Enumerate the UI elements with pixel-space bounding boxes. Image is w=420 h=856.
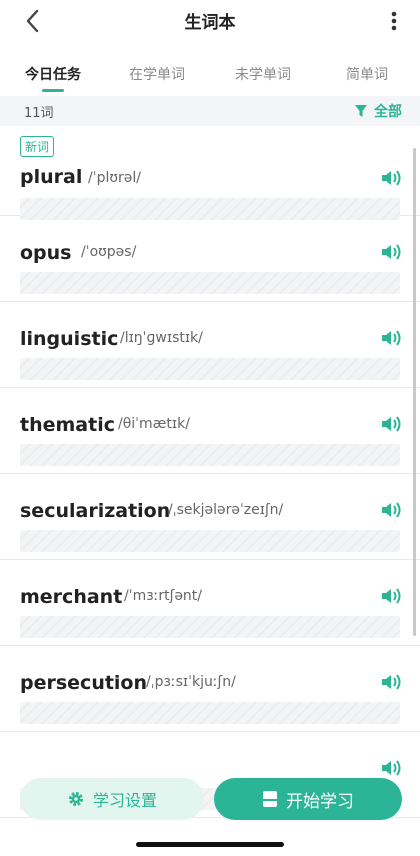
- speaker-icon[interactable]: [380, 414, 402, 434]
- start-learning-label: 开始学习: [286, 791, 354, 812]
- list-item[interactable]: 新词 plural /ˈplʊrəl/: [0, 130, 420, 220]
- tab-unlearned[interactable]: 未学单词: [218, 64, 308, 84]
- tab-easy[interactable]: 简单词: [322, 64, 412, 84]
- word-text: secularization: [20, 500, 171, 522]
- word-text: merchant: [20, 586, 123, 608]
- filter-button[interactable]: 全部: [354, 101, 402, 121]
- speaker-icon[interactable]: [380, 672, 402, 692]
- top-bar: 生词本: [0, 0, 420, 44]
- hidden-definition-bar[interactable]: [20, 272, 400, 294]
- speaker-icon[interactable]: [380, 168, 402, 188]
- home-indicator: [136, 842, 284, 847]
- hidden-definition-bar[interactable]: [20, 444, 400, 466]
- bottom-action-bar: 学习设置 开始学习: [0, 772, 420, 856]
- word-text: opus: [20, 242, 72, 264]
- study-settings-label: 学习设置: [92, 791, 157, 810]
- hidden-definition-bar[interactable]: [20, 358, 400, 380]
- word-text: persecution: [20, 672, 148, 694]
- scrollbar[interactable]: [413, 148, 416, 636]
- study-settings-button[interactable]: 学习设置: [20, 778, 204, 820]
- word-text: plural: [20, 166, 83, 188]
- start-learning-button[interactable]: 开始学习: [214, 778, 402, 820]
- hidden-definition-bar[interactable]: [20, 616, 400, 638]
- tab-learning[interactable]: 在学单词: [112, 64, 202, 84]
- vertical-dots-icon[interactable]: [384, 6, 404, 36]
- active-tab-indicator: [42, 89, 64, 92]
- gear-icon: [68, 792, 83, 806]
- word-text: linguistic: [20, 328, 119, 350]
- hidden-definition-bar[interactable]: [20, 530, 400, 552]
- new-word-badge: 新词: [20, 136, 55, 157]
- list-item[interactable]: secularization /ˌsekjələrəˈzeɪʃn/: [0, 474, 420, 560]
- phonetic-text: /ˌsekjələrəˈzeɪʃn/: [168, 502, 284, 518]
- speaker-icon[interactable]: [380, 500, 402, 520]
- phonetic-text: /ˈoʊpəs/: [81, 244, 137, 260]
- speaker-icon[interactable]: [380, 586, 402, 606]
- list-item[interactable]: opus /ˈoʊpəs/: [0, 216, 420, 302]
- phonetic-text: /ˈplʊrəl/: [88, 170, 141, 186]
- hidden-definition-bar[interactable]: [20, 702, 400, 724]
- phonetic-text: /lɪŋˈɡwɪstɪk/: [120, 330, 203, 346]
- page-title: 生词本: [184, 13, 236, 33]
- book-icon: [263, 791, 277, 807]
- word-text: thematic: [20, 414, 115, 436]
- phonetic-text: /θiˈmætɪk/: [118, 416, 190, 432]
- filter-bar: 11词 全部: [0, 96, 420, 126]
- word-list: 新词 plural /ˈplʊrəl/ opus /ˈoʊpəs/ lingui…: [0, 130, 420, 856]
- list-item[interactable]: linguistic /lɪŋˈɡwɪstɪk/: [0, 302, 420, 388]
- filter-label: 全部: [374, 104, 402, 120]
- tab-bar: 今日任务 在学单词 未学单词 简单词: [0, 56, 420, 96]
- list-item[interactable]: persecution /ˌpɜːsɪˈkjuːʃn/: [0, 646, 420, 732]
- speaker-icon[interactable]: [380, 242, 402, 262]
- funnel-icon: [355, 105, 367, 117]
- phonetic-text: /ˌpɜːsɪˈkjuːʃn/: [146, 674, 236, 690]
- word-count: 11词: [24, 106, 54, 121]
- phonetic-text: /ˈmɜːrtʃənt/: [124, 588, 203, 604]
- list-item[interactable]: merchant /ˈmɜːrtʃənt/: [0, 560, 420, 646]
- speaker-icon[interactable]: [380, 328, 402, 348]
- tab-today[interactable]: 今日任务: [8, 64, 98, 84]
- list-item[interactable]: thematic /θiˈmætɪk/: [0, 388, 420, 474]
